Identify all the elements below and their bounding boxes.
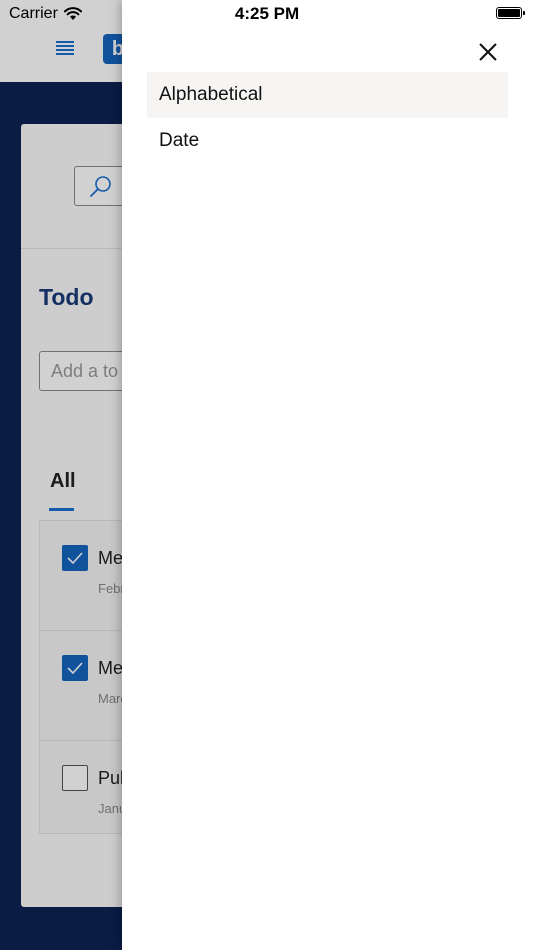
- status-time: 4:25 PM: [234, 4, 300, 23]
- close-button[interactable]: [474, 38, 502, 66]
- sort-panel: 4:25 PM Alphabetical Date: [122, 0, 534, 950]
- battery-icon: [496, 7, 525, 19]
- close-icon: [479, 43, 497, 61]
- sort-option-date[interactable]: Date: [147, 118, 508, 164]
- sort-option-alphabetical[interactable]: Alphabetical: [147, 72, 508, 118]
